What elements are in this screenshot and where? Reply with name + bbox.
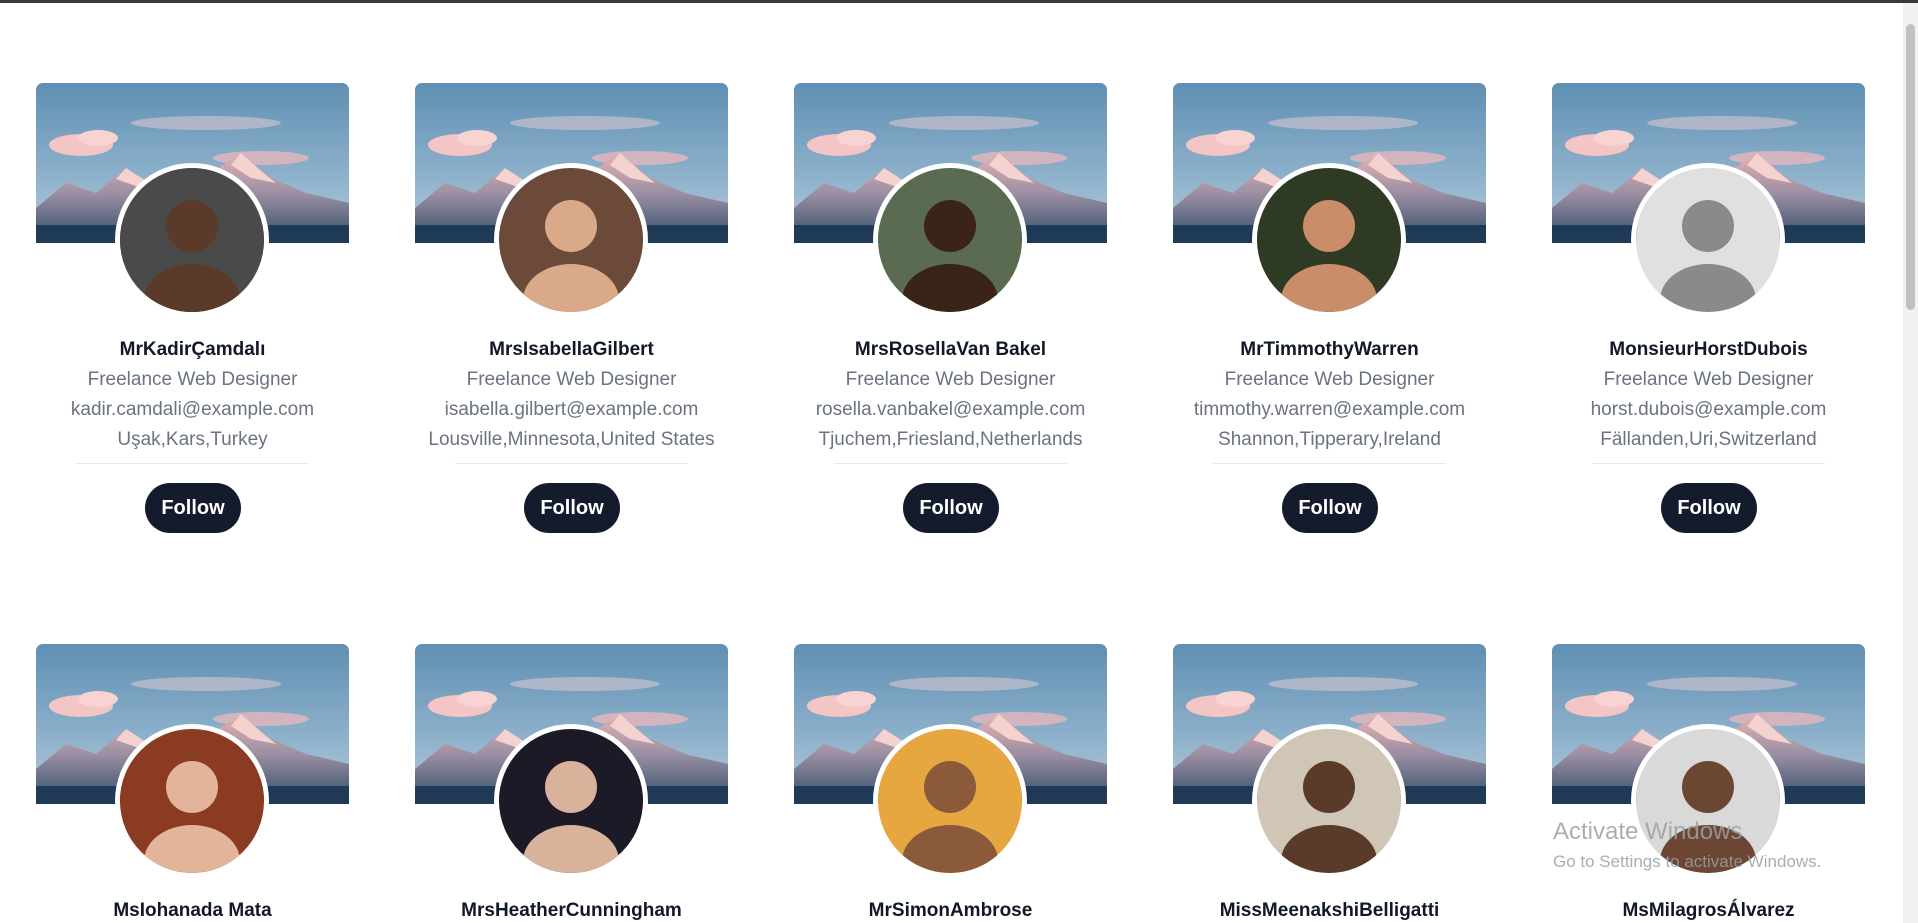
profile-name: MonsieurHorstDubois bbox=[1609, 339, 1808, 360]
profile-name: MrsRosellaVan Bakel bbox=[854, 339, 1047, 360]
activate-windows-watermark: Activate Windows Go to Settings to activ… bbox=[1553, 818, 1821, 872]
follow-button[interactable]: Follow bbox=[903, 483, 999, 533]
card-divider bbox=[455, 463, 688, 464]
profile-name: MrsIsabellaGilbert bbox=[489, 339, 654, 360]
profile-card: MrTimmothyWarren Freelance Web Designer … bbox=[1173, 83, 1486, 603]
profile-card: MsIohanada Mata bbox=[36, 644, 349, 923]
profile-email: kadir.camdali@example.com bbox=[70, 399, 315, 420]
profile-card: MrsIsabellaGilbert Freelance Web Designe… bbox=[415, 83, 728, 603]
profile-card: MonsieurHorstDubois Freelance Web Design… bbox=[1552, 83, 1865, 603]
card-divider bbox=[1592, 463, 1825, 464]
profile-location: Fällanden,Uri,Switzerland bbox=[1600, 429, 1817, 450]
profile-card: MrsRosellaVan Bakel Freelance Web Design… bbox=[794, 83, 1107, 603]
profile-card: MsMilagrosÁlvarez bbox=[1552, 644, 1865, 923]
profile-location: Lousville,Minnesota,United States bbox=[428, 429, 715, 450]
profile-name: MrTimmothyWarren bbox=[1240, 339, 1419, 360]
profile-email: timmothy.warren@example.com bbox=[1193, 399, 1466, 420]
profile-email: rosella.vanbakel@example.com bbox=[815, 399, 1086, 420]
avatar bbox=[1631, 163, 1785, 317]
avatar bbox=[115, 163, 269, 317]
profile-name: MrsHeatherCunningham bbox=[461, 900, 682, 921]
profile-location: Uşak,Kars,Turkey bbox=[117, 429, 268, 450]
avatar bbox=[494, 163, 648, 317]
profile-job-title: Freelance Web Designer bbox=[845, 369, 1056, 390]
watermark-title: Activate Windows bbox=[1553, 818, 1743, 845]
profile-card: MissMeenakshiBelligatti bbox=[1173, 644, 1486, 923]
profile-location: Tjuchem,Friesland,Netherlands bbox=[818, 429, 1083, 450]
avatar bbox=[873, 163, 1027, 317]
profile-card: MrKadirÇamdalı Freelance Web Designer ka… bbox=[36, 83, 349, 603]
profile-location: Shannon,Tipperary,Ireland bbox=[1218, 429, 1441, 450]
watermark-subtitle: Go to Settings to activate Windows. bbox=[1553, 852, 1822, 871]
avatar bbox=[1252, 724, 1406, 878]
card-divider bbox=[834, 463, 1067, 464]
profile-card: MrsHeatherCunningham bbox=[415, 644, 728, 923]
scrollbar-thumb[interactable] bbox=[1906, 24, 1915, 310]
avatar bbox=[873, 724, 1027, 878]
profile-email: isabella.gilbert@example.com bbox=[444, 399, 699, 420]
profile-card-grid: MrKadirÇamdalı Freelance Web Designer ka… bbox=[0, 0, 1900, 923]
profile-name: MissMeenakshiBelligatti bbox=[1219, 900, 1440, 921]
follow-button[interactable]: Follow bbox=[145, 483, 241, 533]
avatar bbox=[115, 724, 269, 878]
profile-name: MsMilagrosÁlvarez bbox=[1622, 900, 1795, 921]
profile-email: horst.dubois@example.com bbox=[1590, 399, 1827, 420]
profile-name: MrSimonAmbrose bbox=[868, 900, 1033, 921]
follow-button[interactable]: Follow bbox=[1282, 483, 1378, 533]
card-divider bbox=[76, 463, 309, 464]
profile-job-title: Freelance Web Designer bbox=[1224, 369, 1435, 390]
profile-card: MrSimonAmbrose bbox=[794, 644, 1107, 923]
profile-job-title: Freelance Web Designer bbox=[1603, 369, 1814, 390]
profile-name: MsIohanada Mata bbox=[113, 900, 272, 921]
profile-name: MrKadirÇamdalı bbox=[119, 339, 266, 360]
avatar bbox=[494, 724, 648, 878]
follow-button[interactable]: Follow bbox=[524, 483, 620, 533]
follow-button[interactable]: Follow bbox=[1661, 483, 1757, 533]
profile-job-title: Freelance Web Designer bbox=[466, 369, 677, 390]
profile-job-title: Freelance Web Designer bbox=[87, 369, 298, 390]
avatar bbox=[1252, 163, 1406, 317]
card-divider bbox=[1213, 463, 1446, 464]
